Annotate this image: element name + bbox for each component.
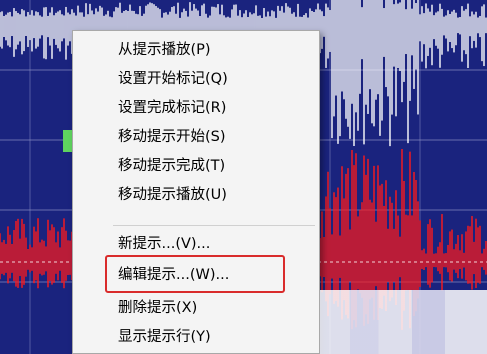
menu-item-play-from-cue[interactable]: 从提示播放(P) [73, 37, 319, 63]
menu-item-delete-cue[interactable]: 删除提示(X) [73, 295, 319, 321]
cue-marker-handle[interactable] [63, 130, 72, 152]
menu-item-move-cue-start[interactable]: 移动提示开始(S) [73, 124, 319, 150]
watermark-blur [320, 290, 487, 354]
menu-item-set-end-marker[interactable]: 设置完成标记(R) [73, 95, 319, 121]
cue-context-menu: 从提示播放(P) 设置开始标记(Q) 设置完成标记(R) 移动提示开始(S) 移… [72, 30, 320, 354]
menu-separator [113, 225, 315, 226]
menu-item-show-cue-line[interactable]: 显示提示行(Y) [73, 324, 319, 350]
menu-item-set-start-marker[interactable]: 设置开始标记(Q) [73, 66, 319, 92]
edit-cue-highlight-box [105, 255, 285, 293]
menu-item-move-cue-play[interactable]: 移动提示播放(U) [73, 182, 319, 208]
menu-item-new-cue[interactable]: 新提示...(V)... [73, 231, 319, 257]
menu-item-move-cue-end[interactable]: 移动提示完成(T) [73, 153, 319, 179]
